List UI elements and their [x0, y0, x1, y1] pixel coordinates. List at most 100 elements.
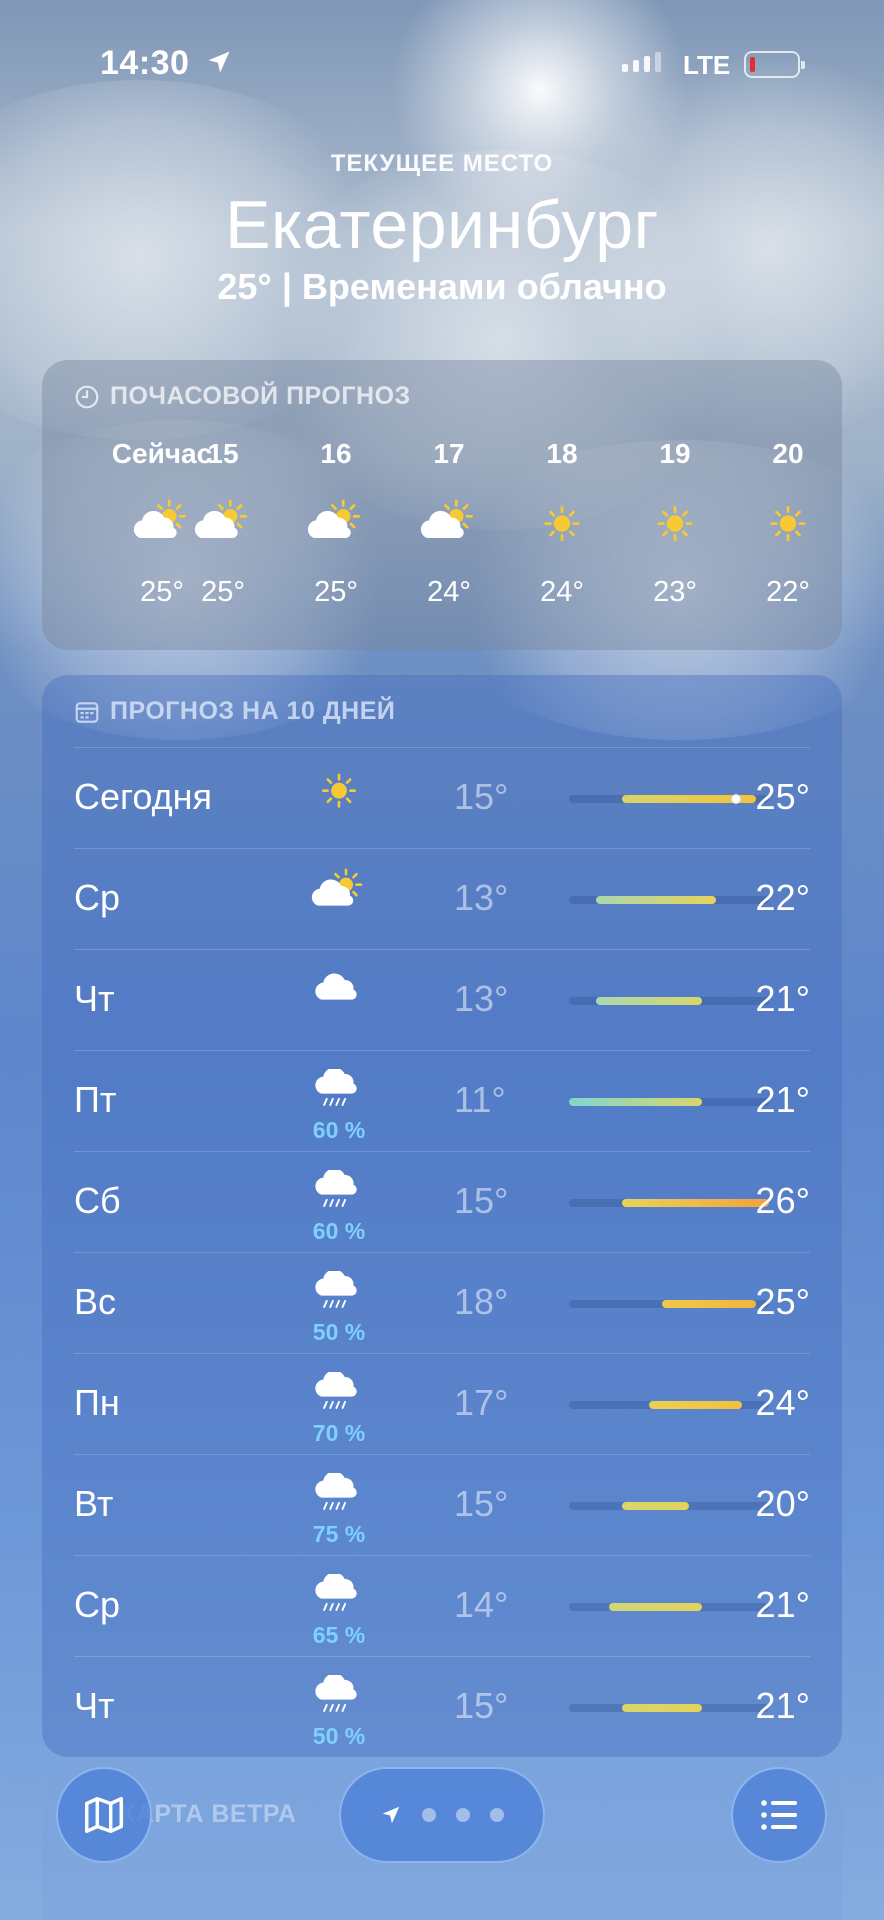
hour-temp: 25°: [314, 576, 358, 608]
temp-range-bar: [569, 1603, 769, 1611]
high-temp: 21°: [755, 978, 810, 1019]
hour-icon: [728, 498, 842, 548]
daily-forecast-card[interactable]: ПРОГНОЗ НА 10 ДНЕЙ Сегодня 15° 25° Ср 13…: [42, 675, 842, 1757]
current-temp-dot: [730, 794, 741, 804]
daily-row[interactable]: Вс 50 % 18° 25°: [74, 1252, 810, 1353]
daily-row[interactable]: Сб 60 % 15° 26°: [74, 1151, 810, 1252]
day-icon: [304, 1271, 374, 1321]
hour-item: 17 24°: [389, 438, 509, 609]
cloud-icon: [315, 973, 357, 1000]
hour-temp: 23°: [653, 576, 697, 608]
precipitation-chance: 75 %: [312, 1521, 366, 1547]
high-temp: 25°: [755, 776, 810, 817]
temp-range-bar: [569, 896, 769, 904]
hour-item: 18 24°: [502, 438, 622, 609]
temp-range-fill: [622, 1502, 689, 1510]
temp-range-bar: [569, 997, 769, 1005]
rain-icon: [315, 1372, 357, 1410]
day-label: Ср: [74, 877, 121, 918]
day-label: Вс: [74, 1281, 117, 1322]
daily-row[interactable]: Ср 13° 22°: [74, 848, 810, 949]
hour-label: 18: [546, 438, 578, 469]
list-icon: [761, 1800, 797, 1830]
day-label: Чт: [74, 1685, 115, 1726]
daily-row[interactable]: Сегодня 15° 25°: [74, 747, 810, 848]
page-dot[interactable]: [456, 1808, 470, 1822]
temp-range-bar: [569, 794, 769, 804]
hour-icon: [163, 498, 283, 548]
hour-icon: [276, 498, 396, 548]
day-icon: [304, 766, 374, 816]
high-temp: 21°: [755, 1584, 810, 1625]
locations-list-button[interactable]: [731, 1767, 827, 1863]
high-temp: 21°: [755, 1079, 810, 1120]
temp-range-fill: [595, 997, 703, 1005]
temp-range-bar: [569, 1704, 769, 1712]
page-indicator[interactable]: [339, 1767, 545, 1863]
signal-icon: [622, 52, 661, 72]
daily-row[interactable]: Вт 75 % 15° 20°: [74, 1454, 810, 1555]
hourly-forecast-title: ПОЧАСОВОЙ ПРОГНОЗ: [110, 382, 411, 410]
calendar-icon: [75, 701, 99, 723]
hour-temp: 22°: [766, 576, 810, 608]
hour-icon: [389, 498, 509, 548]
high-temp: 21°: [755, 1685, 810, 1726]
low-temp: 15°: [454, 1180, 509, 1221]
temp-range-bar: [569, 1098, 769, 1106]
hourly-list[interactable]: Сейчас 25° 15 25° 16 25° 17 24° 18 24° 1…: [42, 438, 842, 638]
high-temp: 24°: [755, 1382, 810, 1423]
temp-range-fill: [622, 1704, 703, 1712]
map-button[interactable]: [56, 1767, 152, 1863]
hour-item: 19 23°: [615, 438, 735, 609]
page-dot[interactable]: [422, 1808, 436, 1822]
temp-range-fill: [649, 1401, 743, 1409]
high-temp: 26°: [755, 1180, 810, 1221]
day-label: Вт: [74, 1483, 114, 1524]
precipitation-chance: 50 %: [312, 1723, 366, 1749]
daily-row[interactable]: Чт 50 % 15° 21°: [74, 1656, 810, 1757]
hourly-forecast-card[interactable]: ПОЧАСОВОЙ ПРОГНОЗ Сейчас 25° 15 25° 16 2…: [42, 360, 842, 650]
location-arrow-icon: [382, 1806, 400, 1824]
day-icon: [304, 1170, 374, 1220]
partly-cloudy-icon: [307, 499, 361, 539]
daily-row[interactable]: Пт 60 % 11° 21°: [74, 1050, 810, 1151]
high-temp: 25°: [755, 1281, 810, 1322]
daily-forecast-header: ПРОГНОЗ НА 10 ДНЕЙ: [74, 697, 395, 726]
low-temp: 15°: [454, 776, 509, 817]
temp-range-bar: [569, 1300, 769, 1308]
hour-item: 15 25°: [163, 438, 283, 609]
temp-range-bar: [569, 1199, 769, 1207]
page-dot[interactable]: [490, 1808, 504, 1822]
partly-cloudy-icon: [420, 499, 474, 539]
daily-forecast-title: ПРОГНОЗ НА 10 ДНЕЙ: [110, 697, 396, 725]
low-temp: 13°: [454, 877, 509, 918]
day-label: Сб: [74, 1180, 121, 1221]
precipitation-chance: 70 %: [312, 1420, 366, 1446]
high-temp: 22°: [755, 877, 810, 918]
daily-row[interactable]: Ср 65 % 14° 21°: [74, 1555, 810, 1656]
sun-icon: [321, 773, 357, 808]
rain-icon: [315, 1069, 357, 1107]
hour-label: 17: [433, 438, 465, 469]
temp-range-fill: [662, 1300, 756, 1308]
clock-icon: [75, 385, 99, 408]
hour-item: 16 25°: [276, 438, 396, 609]
low-temp: 18°: [454, 1281, 509, 1322]
day-icon: [304, 1574, 374, 1624]
city-name: Екатеринбург: [225, 187, 659, 263]
map-icon: [85, 1796, 123, 1834]
low-temp: 14°: [454, 1584, 509, 1625]
daily-row[interactable]: Чт 13° 21°: [74, 949, 810, 1050]
hour-icon: [502, 498, 622, 548]
sun-icon: [544, 505, 580, 542]
day-label: Сегодня: [74, 776, 212, 817]
location-header: ТЕКУЩЕЕ МЕСТО Екатеринбург 25° | Времена…: [0, 150, 884, 308]
rain-icon: [315, 1170, 357, 1208]
precipitation-chance: 65 %: [312, 1622, 366, 1648]
partly-cloudy-icon: [194, 499, 248, 539]
daily-row[interactable]: Пн 70 % 17° 24°: [74, 1353, 810, 1454]
weather-summary: 25° | Временами облачно: [217, 266, 667, 307]
day-label: Ср: [74, 1584, 121, 1625]
temp-range-fill: [622, 1199, 769, 1207]
low-temp: 15°: [454, 1483, 509, 1524]
